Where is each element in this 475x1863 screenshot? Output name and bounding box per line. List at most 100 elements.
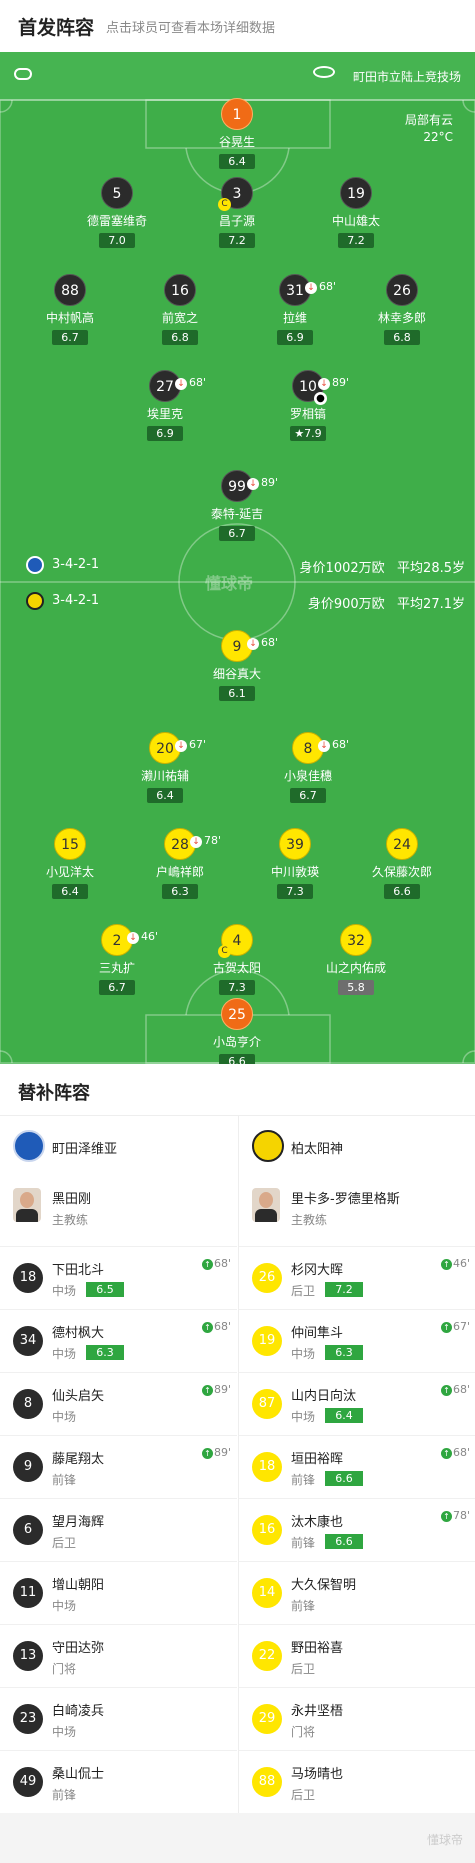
- substitution-minute: 68': [319, 280, 337, 293]
- player-number: 16: [164, 274, 196, 306]
- player-number: 24: [386, 828, 418, 860]
- home-player-7[interactable]: 26 林幸多郎 6.8: [342, 274, 462, 345]
- home-player-8[interactable]: 27 ↓ 68' 埃里克 6.9: [105, 370, 225, 441]
- away-player-9[interactable]: 32 山之内佑成 5.8: [296, 924, 416, 995]
- away-player-4[interactable]: 28 ↓ 78' 户嶋祥郎 6.3: [120, 828, 240, 899]
- sub-row[interactable]: 6 望月海辉 后卫: [0, 1498, 237, 1561]
- away-player-7[interactable]: 2 ↓ 46' 三丸扩 6.7: [57, 924, 177, 995]
- sub-row[interactable]: 8 仙头启矢 中场 ↑ 89': [0, 1372, 237, 1435]
- player-rating: 7.0: [99, 233, 135, 248]
- sub-name: 增山朝阳: [52, 1578, 105, 1593]
- player-name: 古贺太阳: [212, 961, 261, 975]
- player-name: 泰特-延吉: [210, 507, 264, 521]
- away-team-header[interactable]: 柏太阳神: [239, 1116, 475, 1176]
- away-coach[interactable]: 里卡多-罗德里格斯 主教练: [239, 1176, 475, 1246]
- home-player-10[interactable]: 99 ↓ 89' 泰特-延吉 6.7: [177, 470, 297, 541]
- home-player-5[interactable]: 16 前宽之 6.8: [120, 274, 240, 345]
- sub-position: 后卫: [291, 1284, 316, 1298]
- sub-row[interactable]: 19 仲间隼斗 中场 6.3 ↑ 67': [239, 1309, 475, 1372]
- sub-in-minute: ↑ 89': [201, 1383, 231, 1396]
- sub-row[interactable]: 18 垣田裕晖 前锋 6.6 ↑ 68': [239, 1435, 475, 1498]
- home-coach[interactable]: 黑田刚 主教练: [0, 1176, 237, 1246]
- away-player-2[interactable]: 8 ↓ 68' 小泉佳穗 6.7: [248, 732, 368, 803]
- player-number: 9 ↓ 68': [221, 630, 278, 662]
- sub-row[interactable]: 87 山内日向汰 中场 6.4 ↑ 68': [239, 1372, 475, 1435]
- sub-number: 22: [252, 1641, 282, 1671]
- player-rating: 6.9: [147, 426, 183, 441]
- stadium-icon: [313, 66, 335, 78]
- sub-position: 后卫: [291, 1788, 316, 1802]
- sub-row[interactable]: 26 杉冈大晖 后卫 7.2 ↑ 46': [239, 1246, 475, 1309]
- sub-row[interactable]: 88 马场晴也 后卫: [239, 1750, 475, 1813]
- sub-in-minute: ↑ 68': [201, 1257, 231, 1270]
- sub-row[interactable]: 9 藤尾翔太 前锋 ↑ 89': [0, 1435, 237, 1498]
- home-player-2[interactable]: 3 C 昌子源 7.2: [177, 177, 297, 248]
- player-name: 久保藤次郎: [371, 865, 432, 879]
- sub-position: 门将: [291, 1725, 316, 1739]
- away-player-3[interactable]: 15 小见洋太 6.4: [10, 828, 130, 899]
- sub-name: 德村枫大: [52, 1326, 105, 1341]
- sub-row[interactable]: 16 汰木康也 前锋 6.6 ↑ 78': [239, 1498, 475, 1561]
- player-number: 31 ↓ 68': [279, 274, 336, 306]
- home-team-header[interactable]: 町田泽维亚: [0, 1116, 237, 1176]
- sub-row[interactable]: 14 大久保智明 前锋: [239, 1561, 475, 1624]
- venue-name: 町田市立陆上竞技场: [352, 70, 461, 84]
- sub-number: 11: [13, 1578, 43, 1608]
- away-player-0[interactable]: 9 ↓ 68' 细谷真大 6.1: [177, 630, 297, 701]
- player-number: 15: [54, 828, 86, 860]
- home-player-9[interactable]: 10 ↓ 89' ● 罗相镐 ★7.9: [248, 370, 368, 441]
- sub-row[interactable]: 29 永井坚梧 门将: [239, 1687, 475, 1750]
- sub-position: 后卫: [291, 1662, 316, 1676]
- player-number: 26: [386, 274, 418, 306]
- away-player-8[interactable]: 4 C 古贺太阳 7.3: [177, 924, 297, 995]
- sub-number: 9: [13, 1452, 43, 1482]
- sub-in-icon: ↑: [440, 1322, 452, 1333]
- player-name: 德雷塞维奇: [86, 214, 147, 228]
- away-player-5[interactable]: 39 中川敦瑛 7.3: [235, 828, 355, 899]
- sub-number: 18: [13, 1263, 43, 1293]
- sub-row[interactable]: 22 野田裕喜 后卫: [239, 1624, 475, 1687]
- sub-position: 后卫: [52, 1536, 77, 1550]
- sub-number: 14: [252, 1578, 282, 1608]
- home-player-4[interactable]: 88 中村帆高 6.7: [10, 274, 130, 345]
- lineup-header: 首发阵容 点击球员可查看本场详细数据: [0, 0, 475, 52]
- player-rating: ★7.9: [290, 426, 326, 441]
- player-name: 细谷真大: [212, 667, 261, 681]
- weather-temp: 22°C: [423, 130, 453, 144]
- sub-row[interactable]: 49 桑山侃士 前锋: [0, 1750, 237, 1813]
- sub-number: 49: [13, 1767, 43, 1797]
- away-player-10[interactable]: 25 小岛亨介 6.6: [177, 998, 297, 1064]
- sub-row[interactable]: 18 下田北斗 中场 6.5 ↑ 68': [0, 1246, 237, 1309]
- sub-position: 中场: [52, 1284, 77, 1298]
- sub-in-icon: ↑: [201, 1322, 213, 1333]
- player-number: 99 ↓ 89': [221, 470, 278, 502]
- coach-name: 里卡多-罗德里格斯: [291, 1192, 400, 1207]
- home-player-6[interactable]: 31 ↓ 68' 拉维 6.9: [235, 274, 355, 345]
- subs-panel: 町田泽维亚 黑田刚 主教练 18 下田北斗 中场 6.5 ↑ 68' 34 德村枫大 中场 6.3…: [0, 1116, 475, 1813]
- player-name: 中山雄太: [331, 214, 380, 228]
- sub-row[interactable]: 13 守田达弥 门将: [0, 1624, 237, 1687]
- player-number: 8 ↓ 68': [292, 732, 349, 764]
- sub-name: 垣田裕晖: [291, 1452, 344, 1467]
- away-player-6[interactable]: 24 久保藤次郎 6.6: [342, 828, 462, 899]
- sub-row[interactable]: 11 增山朝阳 中场: [0, 1561, 237, 1624]
- home-formation: 3-4-2-1: [52, 557, 100, 572]
- sub-rating: 7.2: [325, 1282, 363, 1297]
- away-subs-column: 柏太阳神 里卡多-罗德里格斯 主教练 26 杉冈大晖 后卫 7.2 ↑ 46' 19 仲间隼斗…: [238, 1116, 475, 1813]
- sub-in-minute: ↑ 67': [440, 1320, 470, 1333]
- home-player-1[interactable]: 5 德雷塞维奇 7.0: [57, 177, 177, 248]
- sub-in-minute-text: 67': [452, 1320, 470, 1333]
- player-rating: 7.3: [219, 980, 255, 995]
- substitution-minute: 89': [261, 476, 279, 489]
- home-player-0[interactable]: 1 谷晃生 6.4: [177, 98, 297, 169]
- player-rating: 6.9: [277, 330, 313, 345]
- away-formation: 3-4-2-1: [52, 593, 100, 608]
- sub-row[interactable]: 34 德村枫大 中场 6.3 ↑ 68': [0, 1309, 237, 1372]
- substitution-icon: ↓ 78': [190, 825, 221, 857]
- sub-number: 6: [13, 1515, 43, 1545]
- player-name: 罗相镐: [289, 407, 326, 421]
- sub-row[interactable]: 23 白崎凌兵 中场: [0, 1687, 237, 1750]
- home-formation-row: 3-4-2-1 身价1002万欧 平均28.5岁: [0, 554, 475, 576]
- away-player-1[interactable]: 20 ↓ 67' 濑川祐辅 6.4: [105, 732, 225, 803]
- home-player-3[interactable]: 19 中山雄太 7.2: [296, 177, 416, 248]
